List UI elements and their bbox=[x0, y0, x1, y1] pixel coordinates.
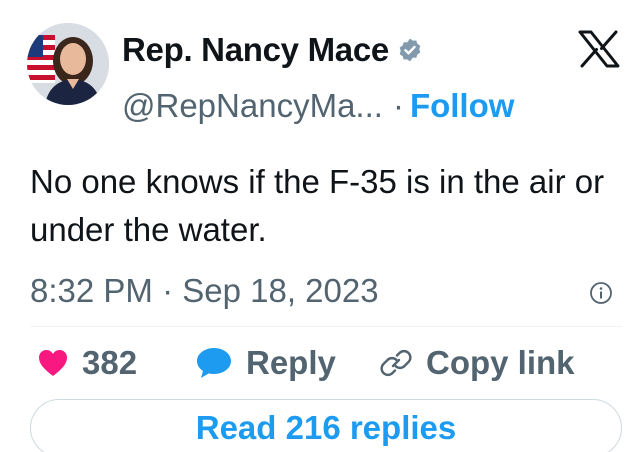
avatar-image bbox=[27, 23, 109, 105]
follow-button[interactable]: Follow bbox=[410, 87, 514, 125]
tweet-embed-card: Rep. Nancy Mace @RepNancyMa... · Follow … bbox=[0, 0, 634, 452]
verified-badge-icon bbox=[399, 38, 421, 62]
speech-bubble-icon bbox=[196, 347, 232, 379]
divider bbox=[30, 326, 622, 327]
avatar[interactable] bbox=[27, 23, 109, 105]
like-count: 382 bbox=[82, 344, 138, 381]
copy-link-label: Copy link bbox=[426, 344, 575, 381]
link-icon bbox=[380, 347, 412, 379]
reply-label: Reply bbox=[246, 344, 336, 381]
tweet-actions-bar: 382 Reply Copy link bbox=[30, 340, 622, 386]
copy-link-button[interactable]: Copy link bbox=[380, 340, 575, 386]
reply-button[interactable]: Reply bbox=[196, 340, 336, 386]
info-icon[interactable] bbox=[589, 281, 613, 305]
tweet-timestamp[interactable]: 8:32 PM · Sep 18, 2023 bbox=[30, 270, 379, 312]
heart-icon bbox=[38, 349, 68, 377]
read-replies-button[interactable]: Read 216 replies bbox=[30, 399, 622, 452]
tweet-text: No one knows if the F-35 is in the air o… bbox=[30, 163, 605, 248]
x-logo-icon[interactable] bbox=[578, 30, 620, 68]
like-button[interactable]: 382 bbox=[38, 340, 137, 386]
author-name-row: Rep. Nancy Mace bbox=[122, 30, 423, 70]
author-handle[interactable]: @RepNancyMa... bbox=[122, 87, 383, 125]
author-handle-row: @RepNancyMa... · Follow bbox=[122, 86, 514, 126]
author-display-name[interactable]: Rep. Nancy Mace bbox=[122, 31, 389, 69]
separator-dot: · bbox=[392, 87, 404, 124]
